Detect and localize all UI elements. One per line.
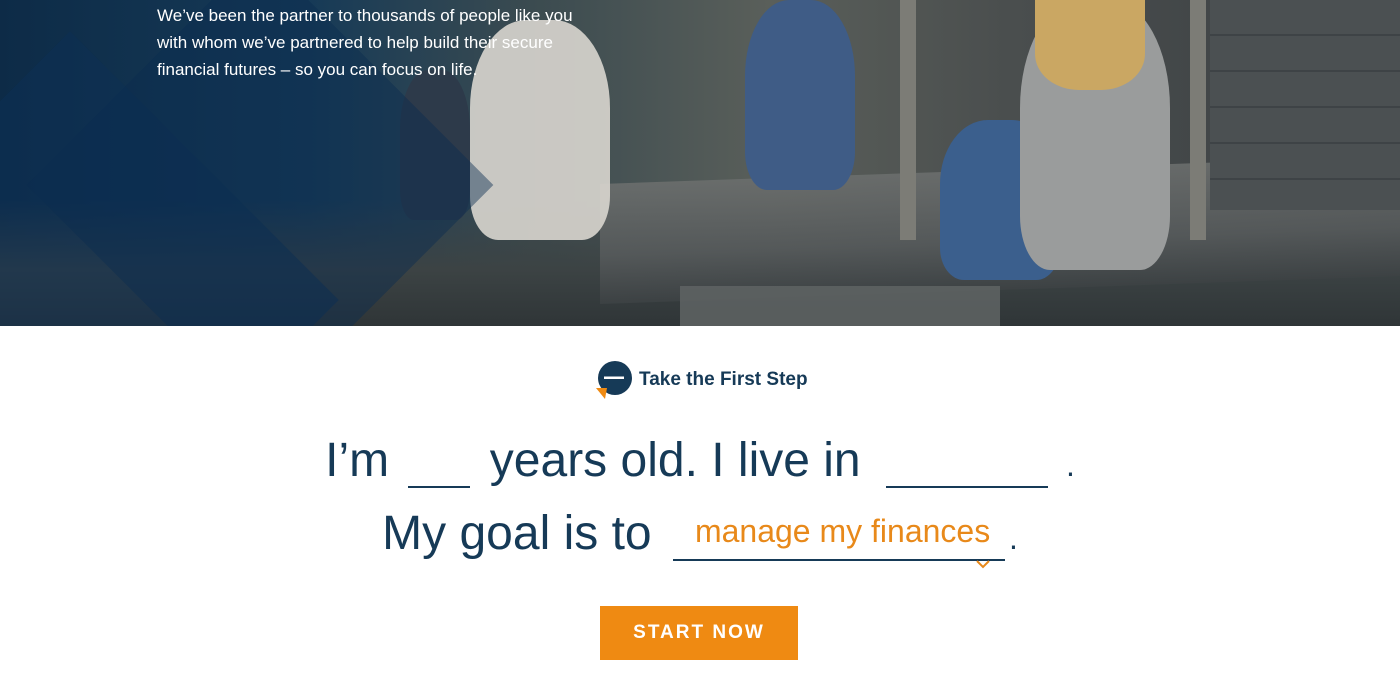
start-now-button[interactable]: START NOW — [600, 606, 798, 660]
hero-wall — [1210, 0, 1400, 210]
sentence-years-old-live-in: years old. I live in — [489, 434, 861, 487]
goal-sentence: My goal is to manage my finances . — [0, 503, 1400, 569]
hero-person-hair — [1035, 0, 1145, 90]
hero-description: We’ve been the partner to thousands of p… — [157, 6, 573, 79]
goal-select[interactable]: manage my finances — [672, 503, 1005, 569]
age-location-sentence: I’m years old. I live in . — [0, 432, 1400, 488]
speech-bubble-logo-icon — [595, 361, 633, 399]
brand-label: Take the First Step — [639, 369, 808, 390]
goal-selected-value: manage my finances — [694, 513, 991, 549]
sentence-prefix-im: I’m — [325, 434, 390, 487]
sentence-period: . — [1065, 447, 1075, 483]
take-first-step-heading: Take the First Step — [595, 360, 808, 400]
hero-step — [680, 286, 1000, 326]
sentence-prefix-goal: My goal is to — [382, 507, 652, 560]
age-input[interactable] — [408, 432, 471, 488]
chevron-down-icon — [975, 527, 991, 569]
hero-person — [745, 0, 855, 190]
location-input[interactable] — [885, 432, 1048, 488]
sentence-period: . — [1008, 520, 1018, 556]
hero-post — [1190, 0, 1206, 240]
hero-banner: We’ve been the partner to thousands of p… — [0, 0, 1400, 326]
hero-post — [900, 0, 916, 240]
